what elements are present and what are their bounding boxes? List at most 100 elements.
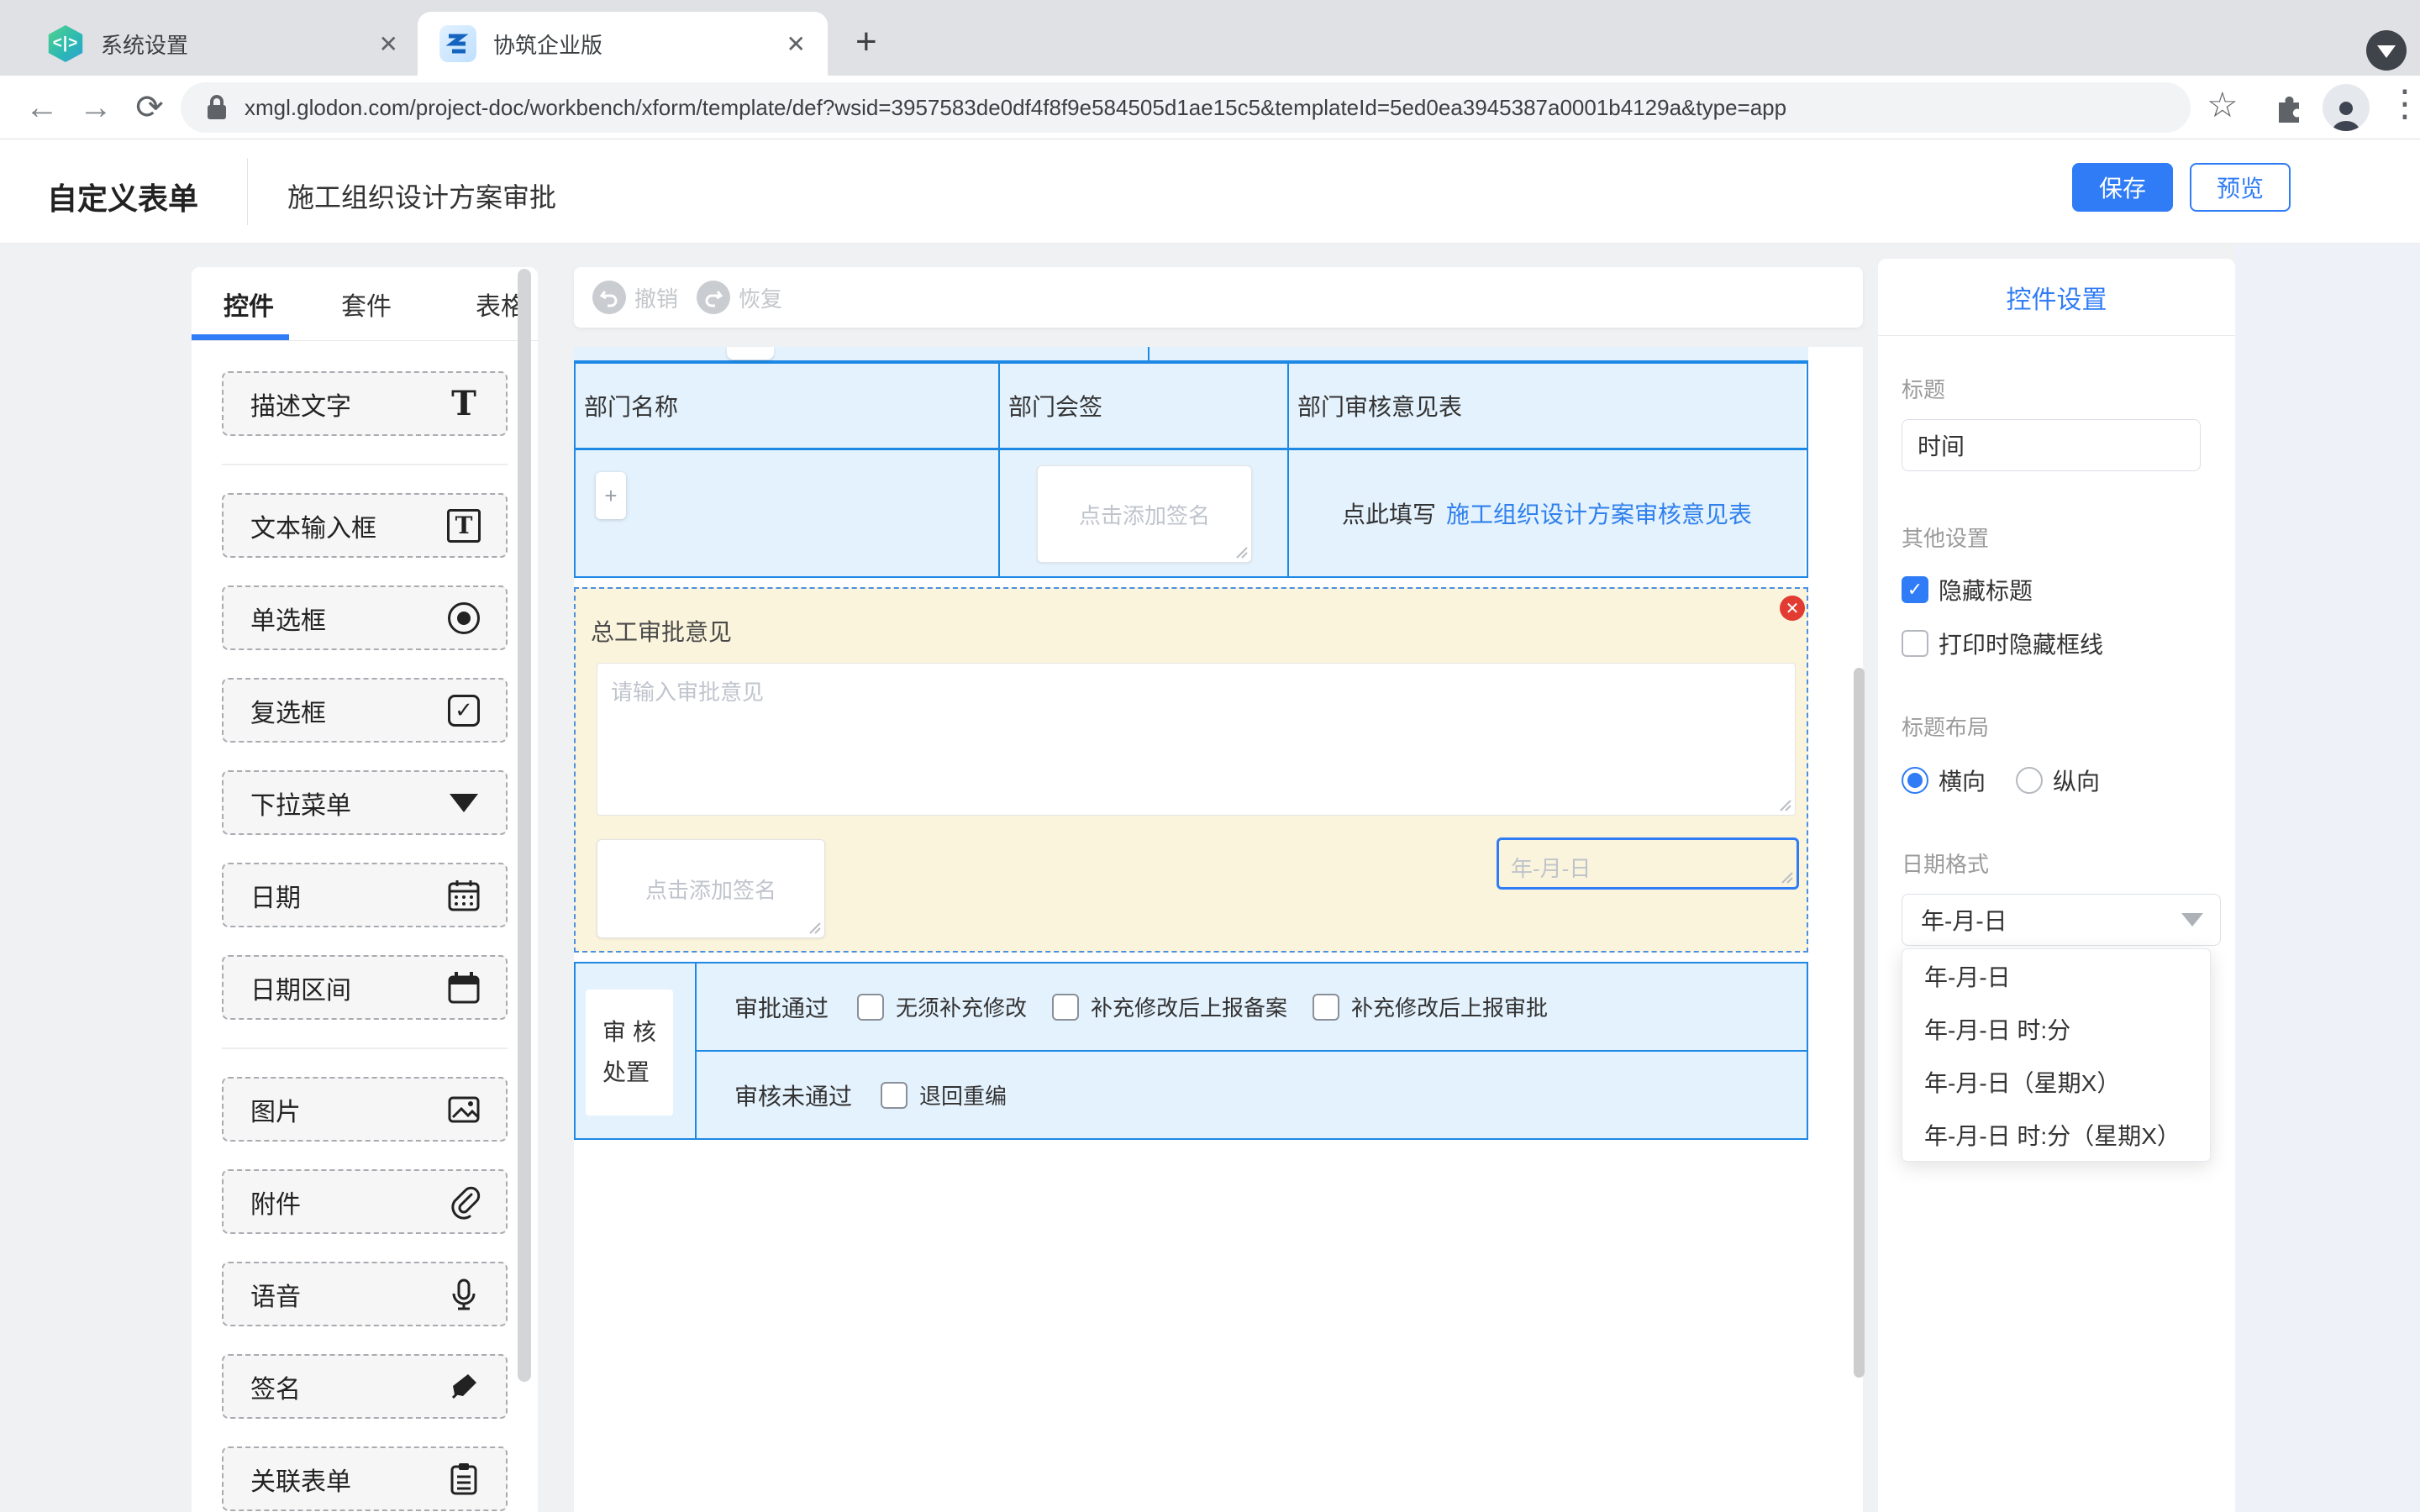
close-icon[interactable]: ✕ [786,30,806,58]
checkbox-icon[interactable] [1052,994,1079,1021]
resize-handle-icon[interactable] [808,921,821,934]
undo-button[interactable]: 撤销 [592,281,678,314]
review-pass-row[interactable]: 审批通过 无须补充修改 补充修改后上报备案 补充修改后上报审批 [697,963,1807,1052]
header-cell-dept-countersign[interactable]: 部门会签 [1000,364,1289,448]
chevron-down-icon [2377,45,2396,58]
active-tab-underline [192,334,289,340]
title-layout-label: 标题布局 [1902,711,2215,742]
hide-border-option[interactable]: 打印时隐藏框线 [1902,627,2215,660]
review-table-link[interactable]: 施工组织设计方案审核意见表 [1446,496,1752,530]
date-format-label: 日期格式 [1902,848,2215,879]
bookmark-star-icon[interactable]: ☆ [2207,84,2238,125]
checkbox-icon[interactable] [857,994,884,1021]
hide-title-option[interactable]: ✓ 隐藏标题 [1902,573,2215,606]
dropdown-option[interactable]: 年-月-日 [1902,949,2210,1002]
dropdown-option[interactable]: 年-月-日 时:分（星期X） [1902,1108,2210,1161]
sidebar-item-related-form[interactable]: 关联表单 [222,1446,508,1511]
chief-approval-section[interactable]: ✕ 总工审批意见 请输入审批意见 点击添加签名 年-月-日 [574,587,1808,953]
radio-unselected-icon[interactable] [2016,767,2043,794]
address-bar[interactable]: xmgl.glodon.com/project-doc/workbench/xf… [181,82,2191,133]
preview-button[interactable]: 预览 [2190,163,2291,212]
header-cell-dept-review-table[interactable]: 部门审核意见表 [1289,364,1805,448]
checkbox-icon: ✓ [445,692,482,729]
add-row-button[interactable]: + [596,472,626,519]
signature-field[interactable]: 点击添加签名 [1037,465,1252,563]
date-format-select[interactable]: 年-月-日 [1902,894,2221,946]
tab-kits[interactable]: 套件 [329,286,403,323]
unchecked-checkbox-icon[interactable] [1902,630,1928,657]
dropdown-option[interactable]: 年-月-日 时:分 [1902,1002,2210,1055]
sidebar-item-date[interactable]: 日期 [222,863,508,927]
sidebar-item-checkbox[interactable]: 复选框 ✓ [222,678,508,743]
option-no-supplement[interactable]: 无须补充修改 [857,991,1027,1022]
layout-vertical[interactable]: 纵向 [2053,764,2100,797]
signature-field[interactable]: 点击添加签名 [597,839,825,938]
canvas-scrollbar[interactable] [1854,668,1865,1378]
redo-icon [697,281,730,314]
back-button[interactable]: ← [20,86,64,129]
layout-horizontal[interactable]: 横向 [1939,764,1986,797]
tab-title: 协筑企业版 [493,29,786,60]
extensions-puzzle-icon[interactable] [2272,91,2306,124]
tab-title: 系统设置 [101,29,379,60]
sidebar-item-signature[interactable]: 签名 [222,1354,508,1419]
delete-section-button[interactable]: ✕ [1780,596,1805,621]
fill-hint-text: 点此填写 [1342,496,1436,530]
sidebar-item-date-range[interactable]: 日期区间 [222,955,508,1020]
resize-handle-icon[interactable] [1234,545,1248,559]
sidebar-item-attachment[interactable]: 附件 [222,1169,508,1234]
option-supplement-approve[interactable]: 补充修改后上报审批 [1313,991,1548,1022]
sidebar-item-dropdown[interactable]: 下拉菜单 [222,770,508,835]
date-field-selected[interactable]: 年-月-日 [1497,837,1799,890]
sidebar-scrollbar[interactable] [518,269,531,1382]
profile-avatar[interactable] [2323,84,2370,131]
chevron-down-icon [2181,913,2203,927]
right-margin [2235,244,2420,1512]
browser-menu-icon[interactable]: ⋮ [2386,82,2420,125]
approval-comment-textarea[interactable]: 请输入审批意见 [597,663,1796,816]
close-icon[interactable]: ✕ [379,30,398,58]
workspace: 控件 套件 表格 描述文字 T 文本输入框 T 单选框 复选框 ✓ [0,244,2420,1512]
option-supplement-record[interactable]: 补充修改后上报备案 [1052,991,1287,1022]
new-tab-button[interactable]: + [855,24,877,60]
app-header: 自定义表单 施工组织设计方案审批 [0,139,2420,244]
tab-controls[interactable]: 控件 [212,286,286,323]
calendar-range-icon [445,969,482,1006]
cell-dept-review-link[interactable]: 点此填写 施工组织设计方案审核意见表 [1289,450,1805,576]
browser-tab-system-settings[interactable]: <|> 系统设置 ✕ [25,12,420,76]
title-input[interactable]: 时间 [1902,419,2201,471]
radio-selected-icon[interactable] [1902,767,1928,794]
canvas-toolbar: 撤销 恢复 [574,267,1863,328]
app-title: 自定义表单 [47,175,198,218]
sidebar-item-radio[interactable]: 单选框 [222,585,508,650]
sidebar-item-text-input[interactable]: 文本输入框 T [222,493,508,558]
row-drag-handle[interactable] [727,347,774,360]
resize-handle-icon[interactable] [1778,798,1791,811]
cell-dept-name[interactable]: + [576,450,1000,576]
undo-icon [592,281,626,314]
resize-handle-icon[interactable] [1780,870,1793,884]
forward-button[interactable]: → [74,86,118,129]
dropdown-option[interactable]: 年-月-日（星期X） [1902,1055,2210,1108]
paperclip-icon [445,1184,482,1221]
tab-search-button[interactable] [2366,30,2407,71]
save-button[interactable]: 保存 [2072,163,2173,212]
review-fail-row[interactable]: 审核未通过 退回重编 [697,1052,1807,1138]
sidebar-item-image[interactable]: 图片 [222,1077,508,1142]
sidebar-item-desc-text[interactable]: 描述文字 T [222,371,508,436]
checked-checkbox-icon[interactable]: ✓ [1902,576,1928,603]
checkbox-icon[interactable] [1313,994,1339,1021]
title-label: 标题 [1902,373,2215,404]
browser-tab-xiezhu[interactable]: 协筑企业版 ✕ [418,12,828,76]
option-return-rewrite[interactable]: 退回重编 [881,1079,1007,1110]
checkbox-icon[interactable] [881,1082,908,1109]
sidebar-item-voice[interactable]: 语音 [222,1262,508,1326]
control-settings-panel: 控件设置 标题 时间 其他设置 ✓ 隐藏标题 打印时隐藏框线 标题布局 横向 纵… [1878,259,2235,1512]
header-divider [247,158,248,225]
cell-divider [1148,347,1150,364]
cell-dept-countersign[interactable]: 点击添加签名 [1000,450,1289,576]
review-row-header-cell[interactable]: 审核处置 [576,963,697,1138]
reload-button[interactable]: ⟳ [128,86,171,129]
redo-button[interactable]: 恢复 [697,281,782,314]
header-cell-dept-name[interactable]: 部门名称 [576,364,1000,448]
